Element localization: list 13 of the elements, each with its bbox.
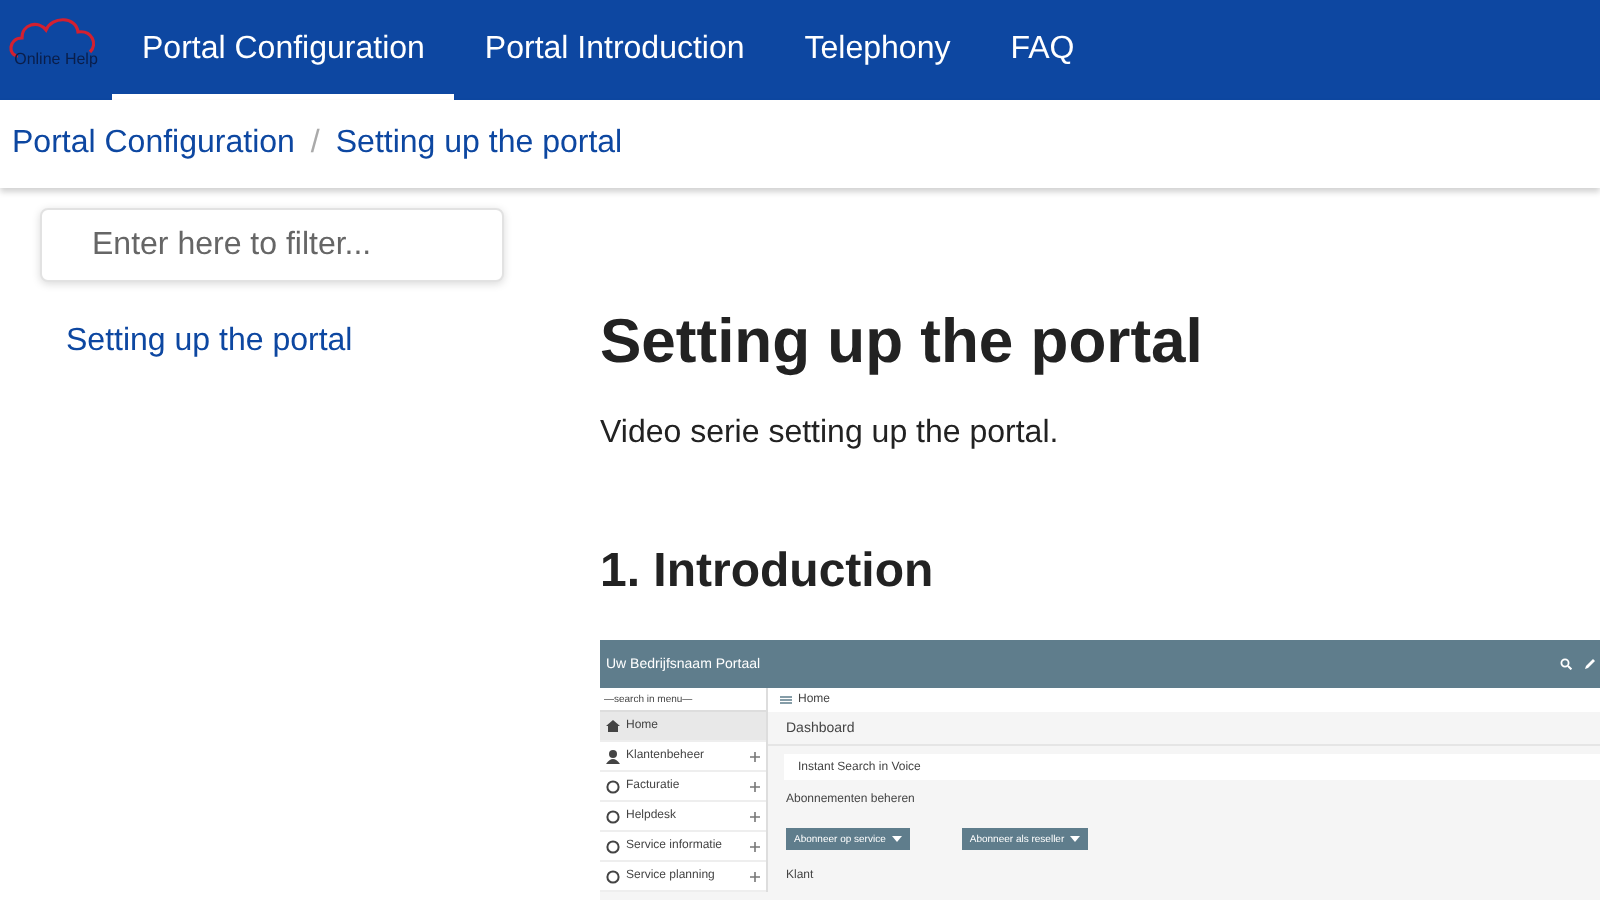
sidebar-link[interactable]: Setting up the portal <box>66 324 600 360</box>
breadcrumb-link[interactable]: Setting up the portal <box>335 126 623 162</box>
nav-tab[interactable]: FAQ <box>980 0 1105 100</box>
nav-tab[interactable]: Portal Introduction <box>454 0 775 100</box>
filter-field[interactable]: Enter here to filter... <box>40 208 504 282</box>
intro-text: Video serie setting up the portal. <box>600 416 1061 452</box>
breadcrumb-separator: / <box>310 126 320 162</box>
logo-text: Online Help <box>14 50 98 68</box>
section-heading: 1. Introduction <box>600 544 936 600</box>
nav-tab[interactable]: Portal Configuration <box>112 0 455 100</box>
nav-tab[interactable]: Telephony <box>774 0 981 100</box>
page-title: Setting up the portal <box>600 304 1205 380</box>
breadcrumb-link[interactable]: Portal Configuration <box>12 126 295 162</box>
